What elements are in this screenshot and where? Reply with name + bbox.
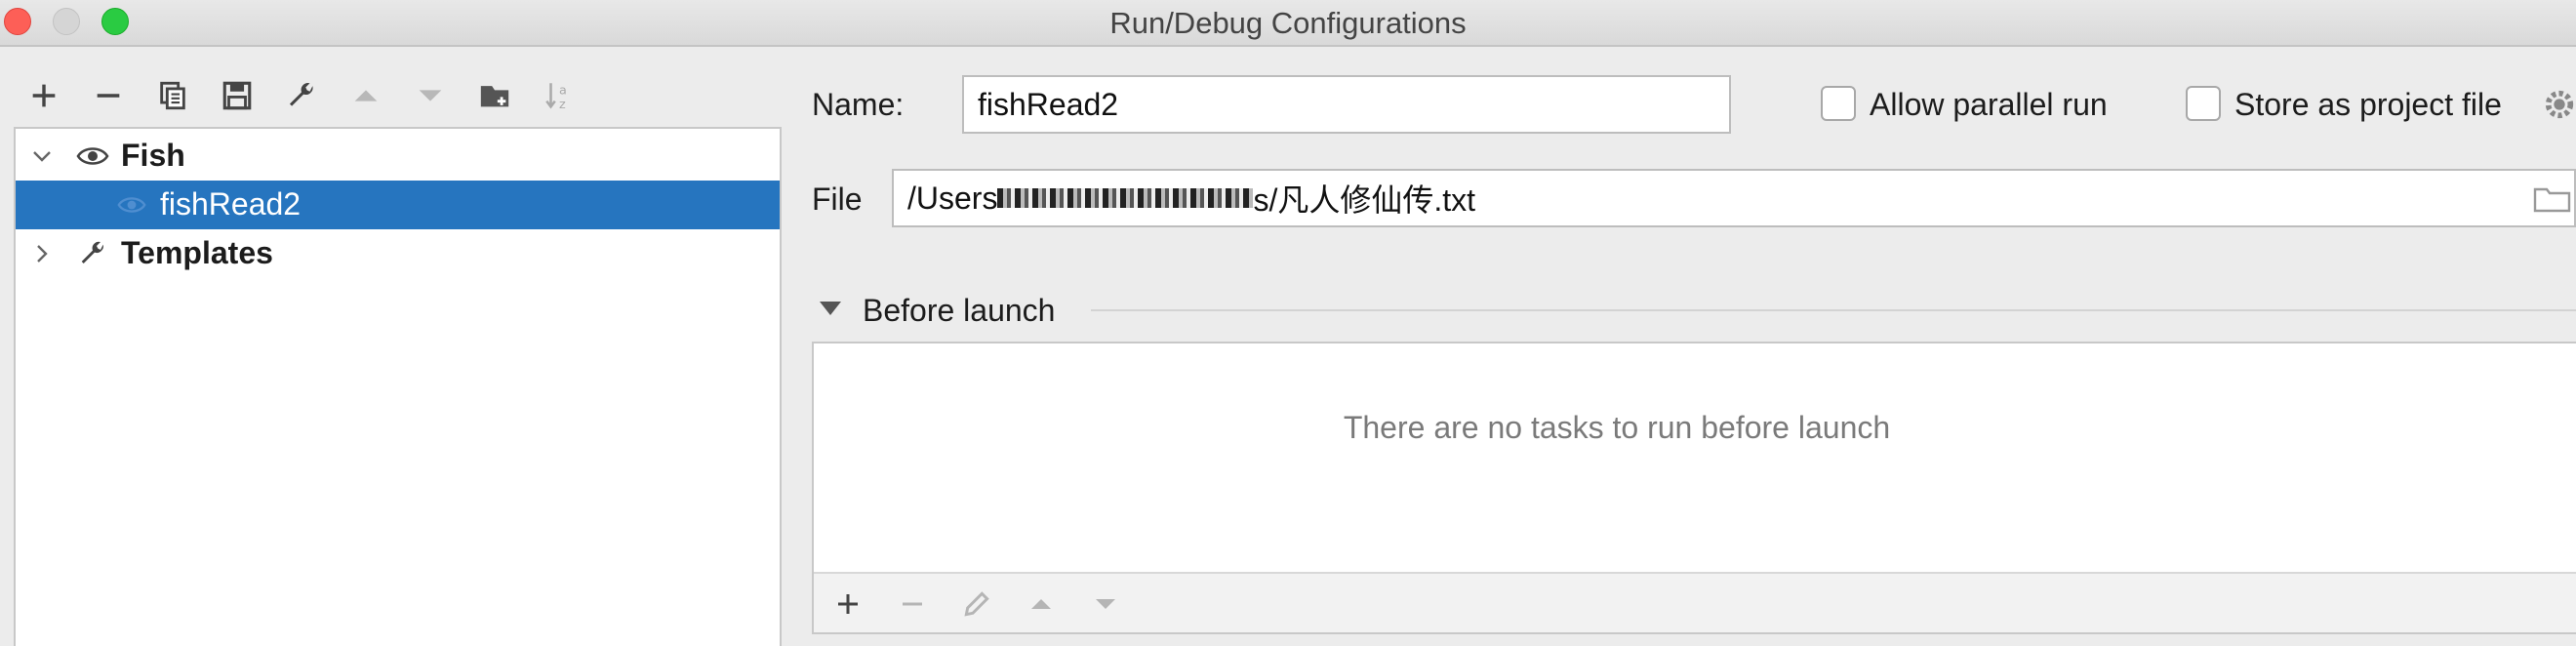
tree-item-templates[interactable]: Templates [16,229,780,278]
tree-item-fish[interactable]: Fish [16,132,780,181]
minus-icon [97,94,120,98]
file-path-suffix: s/凡人修仙传.txt [1253,182,1476,218]
pencil-icon [964,591,989,617]
redacted-path-segment [997,188,1254,208]
folder-browse-icon[interactable] [2533,183,2572,215]
triangle-up-icon [1031,599,1051,609]
window-title: Run/Debug Configurations [1109,6,1467,40]
remove-configuration-button[interactable] [88,74,129,117]
move-task-down-button[interactable] [1085,584,1126,625]
before-launch-toolbar [814,572,2576,632]
name-field-value: fishRead2 [978,86,1119,122]
wrench-icon [289,83,313,106]
plus-icon [838,594,858,614]
edit-templates-button[interactable] [281,74,322,117]
file-path-prefix: /Users [907,180,998,216]
save-icon [222,81,252,110]
collapse-arrow-icon[interactable] [818,299,843,318]
copy-icon [160,81,185,110]
sort-button[interactable]: az [539,74,580,117]
before-launch-panel: There are no tasks to run before launch [812,342,2576,634]
new-folder-button[interactable] [474,74,515,117]
remove-task-button[interactable] [892,584,933,625]
move-down-button[interactable] [410,74,451,117]
chevron-down-icon[interactable] [30,144,54,168]
triangle-down-icon [1096,599,1115,609]
triangle-up-icon [354,90,378,101]
add-configuration-button[interactable] [23,74,64,117]
triangle-down-icon [419,90,442,101]
before-launch-title: Before launch [863,293,1056,328]
tree-item-fishread2-label: fishRead2 [160,186,302,222]
eye-icon [76,147,109,165]
sort-alpha-icon: az [545,83,567,112]
title-bar: Run/Debug Configurations [0,0,2576,47]
add-task-button[interactable] [827,584,868,625]
svg-text:z: z [559,98,566,112]
file-label: File [812,182,863,217]
wrench-icon [81,241,103,263]
empty-tasks-message: There are no tasks to run before launch [1343,410,1891,445]
save-configuration-button[interactable] [217,74,258,117]
tree-item-templates-label: Templates [121,235,273,270]
name-field[interactable]: fishRead2 [962,75,1731,134]
eye-icon [117,197,146,213]
allow-parallel-run-checkbox[interactable] [1821,86,1856,121]
svg-text:a: a [559,84,567,99]
folder-add-icon [480,86,509,107]
plus-icon [32,84,56,107]
section-divider [1091,309,2576,311]
minus-icon [903,602,922,606]
move-up-button[interactable] [345,74,386,117]
tree-item-fishread2[interactable]: fishRead2 [16,181,780,229]
file-path-field[interactable]: /Users s/凡人修仙传.txt [892,169,2576,227]
name-label: Name: [812,87,905,122]
edit-task-button[interactable] [956,584,997,625]
allow-parallel-run-label: Allow parallel run [1870,87,2108,122]
move-task-up-button[interactable] [1021,584,1062,625]
configurations-tree[interactable]: Fish fishRead2 Templates [14,127,782,646]
copy-configuration-button[interactable] [152,74,193,117]
chevron-right-icon[interactable] [30,242,54,265]
gear-icon[interactable] [2543,88,2576,121]
store-as-project-file-label: Store as project file [2234,87,2502,122]
store-as-project-file-checkbox[interactable] [2186,86,2221,121]
tree-item-fish-label: Fish [121,138,185,173]
